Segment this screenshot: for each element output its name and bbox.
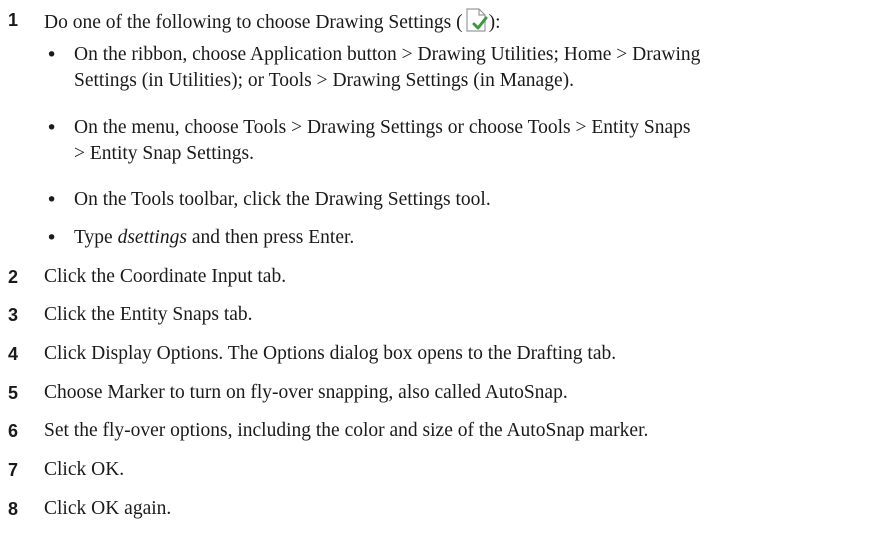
- step-number: 7: [8, 460, 19, 480]
- drawing-settings-icon: [463, 7, 489, 33]
- bullet-marker: •: [46, 44, 58, 66]
- step-text: Click OK again.: [44, 498, 172, 519]
- bullet-marker: •: [46, 117, 58, 139]
- step-text: Click the Coordinate Input tab.: [44, 266, 287, 287]
- bullet-text-line2: > Entity Snap Settings.: [74, 143, 255, 164]
- bullet-text-prefix: Type: [74, 227, 118, 248]
- step-number: 3: [8, 305, 19, 325]
- step-text: Click OK.: [44, 459, 125, 480]
- bullet-text-line1: On the ribbon, choose Application button…: [74, 44, 701, 65]
- step-number: 4: [8, 344, 19, 364]
- bullet-marker: •: [46, 227, 58, 249]
- step-text: Click Display Options. The Options dialo…: [44, 343, 617, 364]
- command-name: dsettings: [117, 227, 187, 248]
- step-number: 1: [8, 10, 19, 30]
- step-number: 5: [8, 383, 19, 403]
- bullet-text: Type dsettings and then press Enter.: [74, 225, 354, 251]
- step-text: Set the fly-over options, including the …: [44, 420, 649, 441]
- bullet-text-line2: Settings (in Utilities); or Tools > Draw…: [74, 70, 574, 91]
- step-number: 6: [8, 421, 19, 441]
- step-text-after: ):: [488, 12, 501, 33]
- step-text-before: Do one of the following to choose Drawin…: [44, 12, 463, 33]
- bullet-text: On the Tools toolbar, click the Drawing …: [74, 189, 491, 210]
- step-number: 2: [8, 267, 19, 287]
- bullet-text-line1: On the menu, choose Tools > Drawing Sett…: [74, 117, 691, 138]
- step-text: Do one of the following to choose Drawin…: [44, 7, 501, 36]
- bullet-marker: •: [46, 189, 58, 211]
- document-page: 1 Do one of the following to choose Draw…: [0, 0, 885, 548]
- step-number: 8: [8, 499, 19, 519]
- bullet-text-suffix: and then press Enter.: [186, 227, 355, 248]
- step-text: Click the Entity Snaps tab.: [44, 304, 253, 325]
- step-text: Choose Marker to turn on fly-over snappi…: [44, 382, 568, 403]
